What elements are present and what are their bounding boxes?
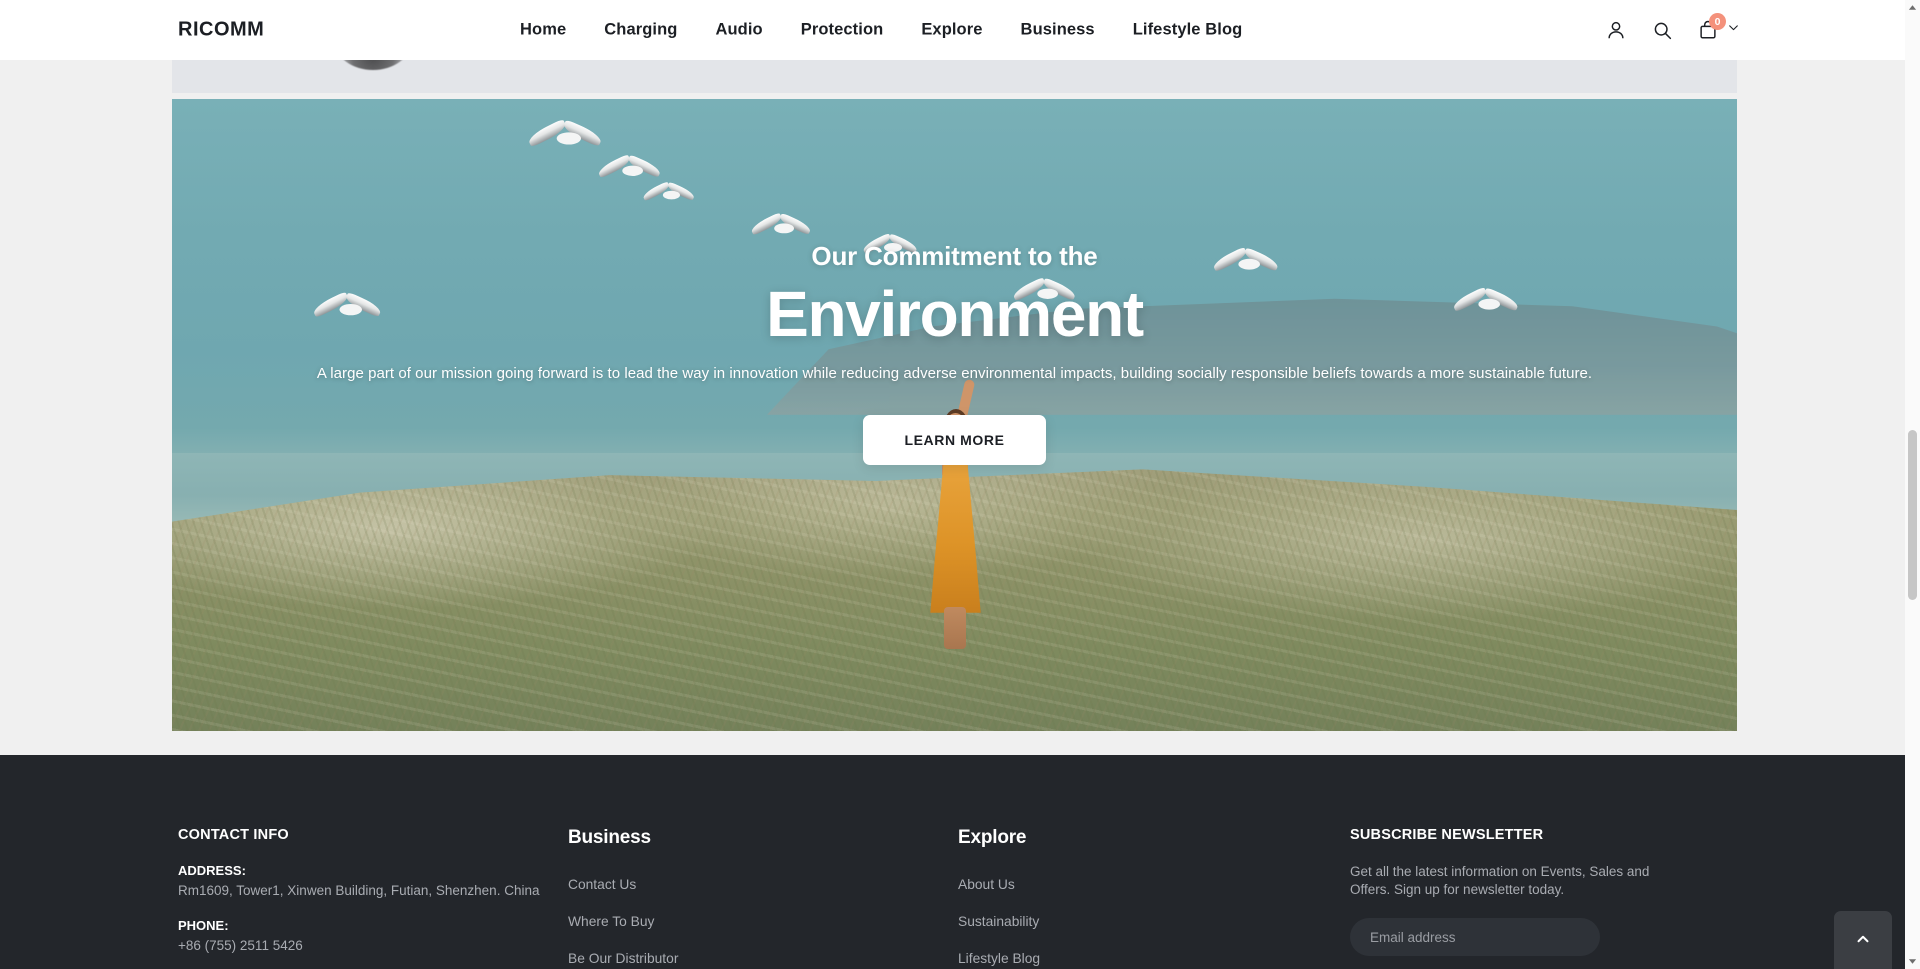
footer-link-about-us[interactable]: About Us — [958, 877, 1350, 892]
site-header: RICOMM Home Charging Audio Protection Ex… — [0, 0, 1920, 60]
site-footer: CONTACT INFO ADDRESS: Rm1609, Tower1, Xi… — [0, 755, 1920, 969]
nav-item-lifestyle-blog[interactable]: Lifestyle Blog — [1133, 21, 1243, 40]
product-image-partial — [334, 60, 411, 70]
user-icon[interactable] — [1604, 18, 1628, 42]
hero-subtitle: A large part of our mission going forwar… — [316, 365, 1593, 383]
footer-link-sustainability[interactable]: Sustainability — [958, 914, 1350, 929]
footer-business-column: Business Contact Us Where To Buy Be Our … — [568, 827, 958, 966]
nav-item-explore[interactable]: Explore — [921, 21, 982, 40]
phone-label: PHONE: — [178, 918, 229, 933]
footer-link-be-our-distributor[interactable]: Be Our Distributor — [568, 951, 958, 966]
address-value: Rm1609, Tower1, Xinwen Building, Futian,… — [178, 883, 540, 898]
newsletter-email-input[interactable] — [1350, 918, 1600, 957]
footer-link-lifestyle-blog[interactable]: Lifestyle Blog — [958, 951, 1350, 966]
footer-link-contact-us[interactable]: Contact Us — [568, 877, 958, 892]
footer-explore-column: Explore About Us Sustainability Lifestyl… — [958, 827, 1350, 966]
phone-value: +86 (755) 2511 5426 — [178, 938, 303, 953]
header-actions: 0 — [1604, 13, 1740, 42]
footer-link-where-to-buy[interactable]: Where To Buy — [568, 914, 958, 929]
page-scrollbar[interactable] — [1905, 0, 1920, 969]
scrollbar-thumb[interactable] — [1908, 430, 1917, 600]
footer-newsletter-column: SUBSCRIBE NEWSLETTER Get all the latest … — [1350, 827, 1680, 969]
hero-kicker: Our Commitment to the — [811, 241, 1098, 271]
environment-hero-banner: Our Commitment to the Environment A larg… — [172, 99, 1737, 731]
chevron-up-icon — [1854, 930, 1872, 951]
nav-item-protection[interactable]: Protection — [801, 21, 884, 40]
hero-content: Our Commitment to the Environment A larg… — [172, 99, 1737, 731]
footer-contact-column: CONTACT INFO ADDRESS: Rm1609, Tower1, Xi… — [178, 827, 568, 969]
contact-info-heading: CONTACT INFO — [178, 827, 289, 843]
chevron-down-icon[interactable] — [1727, 21, 1740, 39]
address-label: ADDRESS: — [178, 863, 246, 878]
previous-section-sliver — [172, 60, 1737, 93]
caret-up-icon[interactable] — [1905, 0, 1920, 15]
cart-count-badge: 0 — [1709, 13, 1726, 30]
explore-heading: Explore — [958, 827, 1027, 848]
cart-button[interactable]: 0 — [1696, 13, 1740, 42]
learn-more-button[interactable]: LEARN MORE — [863, 415, 1046, 466]
newsletter-heading: SUBSCRIBE NEWSLETTER — [1350, 827, 1544, 843]
newsletter-description: Get all the latest information on Events… — [1350, 864, 1650, 898]
search-icon[interactable] — [1650, 18, 1674, 42]
nav-item-charging[interactable]: Charging — [604, 21, 677, 40]
caret-down-icon[interactable] — [1905, 954, 1920, 969]
main-navigation: Home Charging Audio Protection Explore B… — [520, 21, 1242, 40]
nav-item-audio[interactable]: Audio — [715, 21, 762, 40]
business-heading: Business — [568, 827, 651, 848]
brand-logo[interactable]: RICOMM — [178, 19, 264, 42]
nav-item-business[interactable]: Business — [1021, 21, 1095, 40]
scroll-to-top-button[interactable] — [1834, 911, 1892, 969]
hero-title: Environment — [766, 278, 1144, 350]
nav-item-home[interactable]: Home — [520, 21, 566, 40]
